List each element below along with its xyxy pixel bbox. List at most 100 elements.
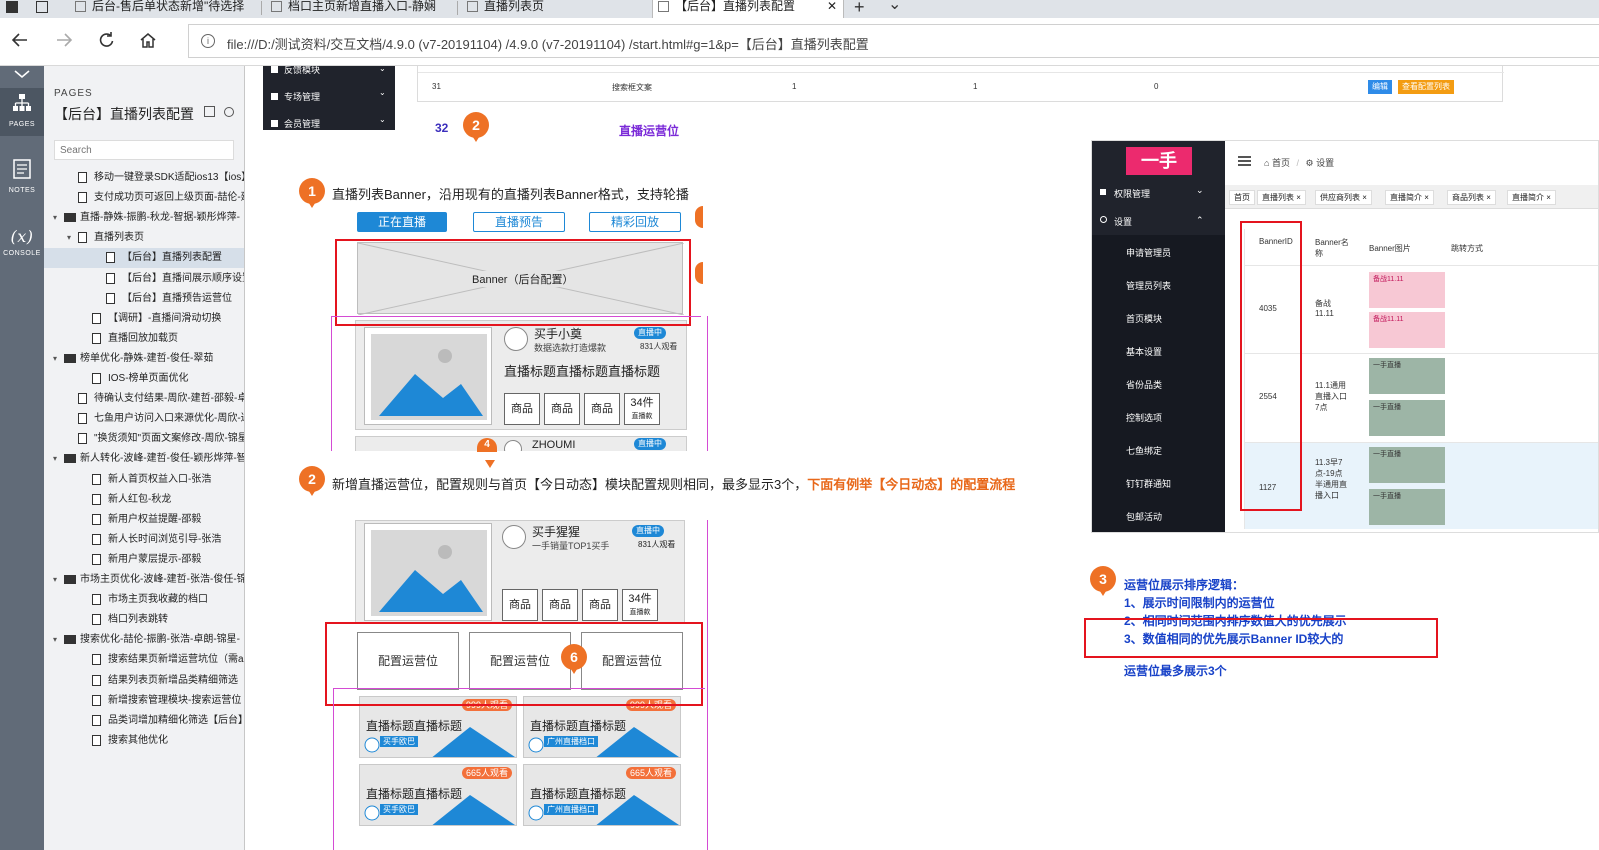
admin-submenu-item[interactable]: 包邮活动 <box>1092 510 1225 523</box>
live-card[interactable]: 665人观看 直播标题直播标题 广州直播档口 <box>523 764 681 826</box>
tree-page[interactable]: 【后台】直播预告运营位 <box>44 289 244 309</box>
tree-page[interactable]: 待确认支付结果-周欣-建哲-邵毅-卓朗 <box>44 389 245 409</box>
tab-list-chevron-icon[interactable]: ⌄ <box>888 0 901 14</box>
tree-folder[interactable]: ▾ 搜索优化-喆伦-振鹏-张浩-卓朗-锦星- <box>44 630 244 650</box>
tree-page[interactable]: 直播回放加载页 <box>44 329 244 349</box>
tree-page[interactable]: 【调研】-直播间滑动切换 <box>44 309 244 329</box>
expand-chevron-icon[interactable]: ▾ <box>50 349 60 369</box>
admin-logo: 一手 <box>1126 147 1192 175</box>
tab-actions-icon[interactable] <box>36 1 48 13</box>
admin-submenu-item[interactable]: 七鱼绑定 <box>1092 444 1225 457</box>
tree-page[interactable]: 【后台】直播间展示顺序设置 <box>44 269 244 289</box>
tree-page[interactable]: 移动一键登录SDK适配ios13【ios】- <box>44 168 244 188</box>
browser-tab[interactable]: 后台-售后单状态新增"待选择 <box>70 0 256 18</box>
sort-logic-title: 运营位展示排序逻辑： <box>1124 578 1245 592</box>
hamburger-icon[interactable] <box>1238 156 1251 166</box>
goods-thumb[interactable]: 商品 <box>544 393 580 425</box>
admin-tab[interactable]: 首页 <box>1229 190 1255 205</box>
admin-submenu-item[interactable]: 控制选项 <box>1092 411 1225 424</box>
admin-tab[interactable]: 直播列表 × <box>1257 190 1306 205</box>
tree-folder[interactable]: ▾ 新人转化-波峰-建哲-俊任-颖彤烨萍-智 <box>44 449 245 469</box>
tree-page[interactable]: 新人首页权益入口-张浩 <box>44 470 244 490</box>
tab-replay[interactable]: 精彩回放 <box>589 212 681 232</box>
tree-page[interactable]: 品类词增加精细化筛选【后台】 <box>44 711 244 731</box>
highlight-frame <box>1240 221 1302 511</box>
tab-preview[interactable]: 直播预告 <box>473 212 565 232</box>
page-icon <box>92 533 101 545</box>
expand-chevron-icon[interactable]: ▾ <box>50 570 60 590</box>
expand-chevron-icon[interactable]: ▾ <box>50 208 60 228</box>
tree-page[interactable]: 新人红包-秋龙 <box>44 490 244 510</box>
rail-notes[interactable]: NOTES <box>0 158 44 202</box>
tree-folder[interactable]: ▾ 直播-静姝-振鹏-秋龙-智据-颖彤烨萍- <box>44 208 244 228</box>
expand-chevron-icon[interactable]: ▾ <box>64 228 74 248</box>
row-label: 直播运营位 <box>619 124 680 138</box>
admin-submenu-item[interactable]: 首页模块 <box>1092 312 1225 325</box>
tree-page[interactable]: 搜索结果页新增运营坑位（需ab测 <box>44 650 244 670</box>
info-icon[interactable]: i <box>201 34 215 48</box>
forward-arrow-icon[interactable] <box>52 30 76 54</box>
rail-console[interactable]: (x) CONSOLE <box>0 224 44 264</box>
admin-submenu-item[interactable]: 管理员列表 <box>1092 279 1225 292</box>
expand-chevron-icon[interactable]: ▾ <box>50 630 60 650</box>
window-menu-icon[interactable] <box>6 1 18 13</box>
gear-icon <box>1100 216 1107 223</box>
admin-submenu-item[interactable]: 基本设置 <box>1092 345 1225 358</box>
tree-page[interactable]: "换货须知"页面文案修改-周欣-锦星-锐 <box>44 429 244 449</box>
export-icon[interactable] <box>204 106 215 117</box>
more-goods[interactable]: 34件 直播款 <box>622 589 658 621</box>
tab-live[interactable]: 正在直播 <box>357 212 447 232</box>
tree-page[interactable]: 新人长时间浏览引导-张浩 <box>44 530 244 550</box>
tree-folder[interactable]: ▾ 榜单优化-静姝-建哲-俊任-翠茹 <box>44 349 244 369</box>
admin-submenu-item[interactable]: 钉钉群通知 <box>1092 477 1225 490</box>
tree-page[interactable]: 市场主页我收藏的档口 <box>44 590 244 610</box>
tree-page[interactable]: 新用户权益提醒-邵毅 <box>44 510 244 530</box>
rail-pages[interactable]: PAGES <box>0 88 44 136</box>
tree-page[interactable]: 七鱼用户访问入口来源优化-周欣-达尔 <box>44 409 244 429</box>
search-pages-icon[interactable] <box>224 107 235 117</box>
address-bar[interactable]: i file:///D:/测试资料/交互文档/4.9.0 (v7-2019110… <box>188 24 1599 58</box>
admin-submenu-item[interactable]: 申请管理员 <box>1092 246 1225 259</box>
goods-thumb[interactable]: 商品 <box>582 589 618 621</box>
tree-folder[interactable]: ▾ 市场主页优化-波峰-建哲-张浩-俊任-锦 <box>44 570 244 590</box>
menu-item[interactable]: 会员管理 <box>271 117 320 130</box>
browser-tab[interactable]: 直播列表页 <box>462 0 648 18</box>
tree-page[interactable]: 搜索其他优化 <box>44 731 244 751</box>
back-arrow-icon[interactable] <box>8 30 32 54</box>
reload-icon[interactable] <box>94 30 118 54</box>
tree-page[interactable]: IOS-榜单页面优化 <box>44 369 244 389</box>
admin-submenu-item[interactable]: 省份品类 <box>1092 378 1225 391</box>
live-card[interactable]: 665人观看 直播标题直播标题 买手欧巴 <box>359 764 517 826</box>
menu-item[interactable]: 反馈模块 <box>271 66 320 76</box>
expand-chevron-icon[interactable]: ▾ <box>50 449 60 469</box>
more-goods[interactable]: 34件 直播款 <box>624 393 660 425</box>
collapse-chevron-icon[interactable] <box>12 68 32 82</box>
tree-page[interactable]: 支付成功页可返回上级页面-喆伦-建舒 <box>44 188 244 208</box>
browser-tab-active[interactable]: 【后台】直播列表配置 ✕ <box>652 0 844 18</box>
tree-item-label: 待确认支付结果-周欣-建哲-邵毅-卓朗 <box>94 393 245 405</box>
new-tab-icon[interactable]: + <box>854 0 865 18</box>
browser-tab[interactable]: 档口主页新增直播入口-静娴 <box>266 0 452 18</box>
tree-item-label: 新人转化-波峰-建哲-俊任-颖彤烨萍-智 <box>80 453 245 465</box>
tree-page[interactable]: 新增搜索管理模块-搜索运营位【后 <box>44 691 244 711</box>
tree-page[interactable]: 新用户蒙层提示-邵毅 <box>44 550 244 570</box>
pages-search-input[interactable] <box>54 140 234 160</box>
admin-tab[interactable]: 直播简介 × <box>1385 190 1434 205</box>
tree-page[interactable]: 结果列表页新增品类精细筛选（需 <box>44 671 244 691</box>
goods-thumb[interactable]: 商品 <box>502 589 538 621</box>
view-config-button[interactable]: 查看配置列表 <box>1398 80 1454 94</box>
close-tab-icon[interactable]: ✕ <box>827 0 837 12</box>
goods-thumb[interactable]: 商品 <box>504 393 540 425</box>
tree-page[interactable]: 【后台】直播列表配置 <box>44 248 244 269</box>
home-icon[interactable] <box>136 30 160 54</box>
menu-item[interactable]: 专场管理 <box>271 90 320 103</box>
goods-thumb[interactable]: 商品 <box>542 589 578 621</box>
admin-tab[interactable]: 商品列表 × <box>1447 190 1496 205</box>
admin-tab[interactable]: 直播简介 × <box>1507 190 1556 205</box>
admin-tab[interactable]: 供应商列表 × <box>1315 190 1372 205</box>
tree-page[interactable]: ▾ 直播列表页 <box>44 228 244 248</box>
tree-page[interactable]: 档口列表跳转 <box>44 610 244 630</box>
edit-button[interactable]: 编辑 <box>1368 80 1392 94</box>
goods-thumb[interactable]: 商品 <box>584 393 620 425</box>
banner-thumbnail: 备战11.11 <box>1369 312 1445 348</box>
